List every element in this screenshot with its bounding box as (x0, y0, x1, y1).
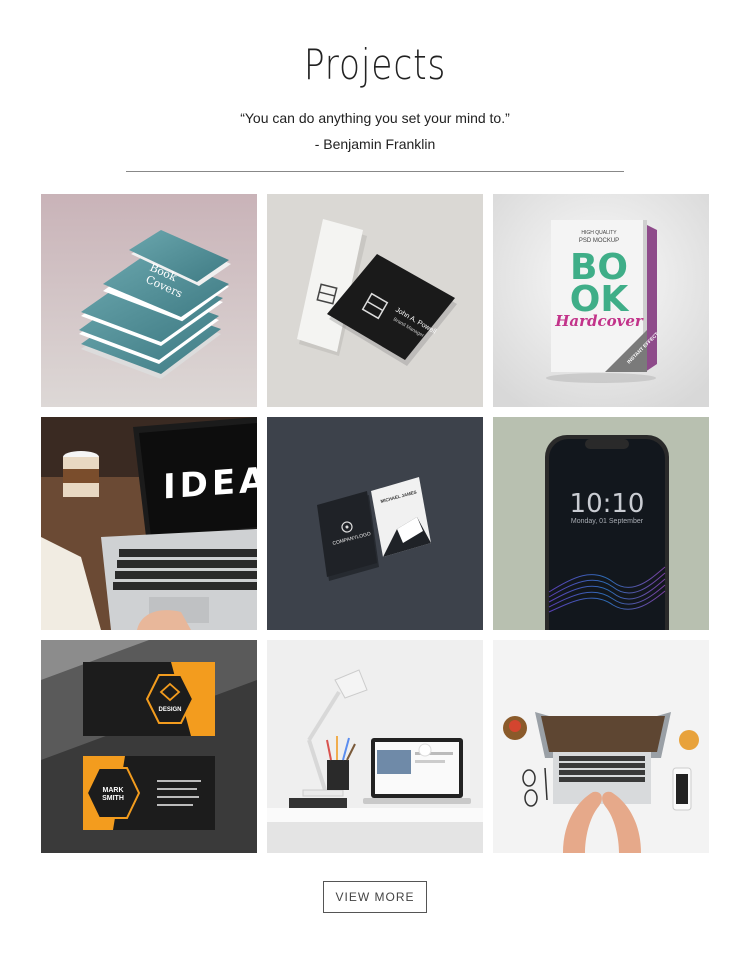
laptop-ideas-image: IDEAS (41, 417, 257, 630)
phone-clock: 10:10 (570, 489, 645, 519)
project-tile-dark-cards[interactable]: COMPANYLOGO MICHAEL JAMES (267, 417, 483, 630)
project-tile-smartphone[interactable]: 10:10 Monday, 01 September (493, 417, 709, 630)
project-tile-orange-cards[interactable]: DESIGN MARK SMITH (41, 640, 257, 853)
desk-workspace-image (267, 640, 483, 853)
dark-cards-image: COMPANYLOGO MICHAEL JAMES (267, 417, 483, 630)
project-tile-hardcover-book[interactable]: HIGH QUALITY PSD MOCKUP BO OK Hardcover … (493, 194, 709, 407)
laptop-topview-image (493, 640, 709, 853)
orange-card-logo-text: DESIGN (158, 707, 181, 713)
section-divider (126, 171, 624, 172)
book-kicker: HIGH QUALITY (581, 230, 617, 236)
quote-text: “You can do anything you set your mind t… (240, 110, 510, 126)
book-hardcover-script: Hardcover (554, 312, 644, 330)
book-covers-image: Book Covers (41, 194, 257, 407)
book-psd-label: PSD MOCKUP (579, 238, 619, 244)
orange-card-name-last: SMITH (102, 795, 124, 802)
phone-date: Monday, 01 September (571, 518, 644, 525)
project-tile-desk-workspace[interactable] (267, 640, 483, 853)
project-tile-laptop-topview[interactable] (493, 640, 709, 853)
project-tile-book-covers[interactable]: Book Covers (41, 194, 257, 407)
hardcover-book-image: HIGH QUALITY PSD MOCKUP BO OK Hardcover … (493, 194, 709, 407)
quote-author: - Benjamin Franklin (314, 136, 436, 152)
projects-grid: Book Covers John A. Powell Brand Manager (41, 194, 709, 854)
orange-cards-image: DESIGN MARK SMITH (41, 640, 257, 853)
view-more-button[interactable]: VIEW MORE (323, 881, 427, 913)
project-tile-business-cards[interactable]: John A. Powell Brand Manager (267, 194, 483, 407)
business-cards-image: John A. Powell Brand Manager (267, 194, 483, 407)
section-title: Projects (303, 40, 447, 89)
project-tile-laptop-ideas[interactable]: IDEAS (41, 417, 257, 630)
orange-card-name-first: MARK (103, 787, 124, 794)
smartphone-image: 10:10 Monday, 01 September (493, 417, 709, 630)
